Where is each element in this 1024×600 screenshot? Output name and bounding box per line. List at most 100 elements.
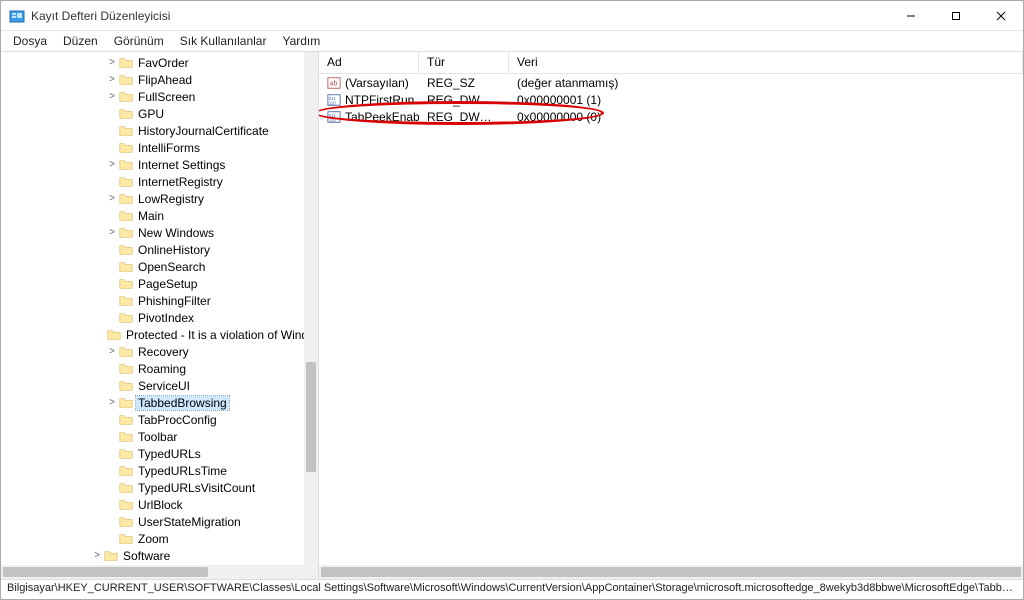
menu-file[interactable]: Dosya [5,32,55,50]
folder-icon [119,430,133,444]
chevron-right-icon[interactable]: > [106,193,118,204]
column-data[interactable]: Veri [509,52,1023,73]
chevron-right-icon[interactable]: > [106,74,118,85]
svg-text:110: 110 [329,100,337,105]
tree-item-label: PhishingFilter [136,294,213,308]
tree-item[interactable]: Roaming [1,360,304,377]
chevron-right-icon[interactable]: > [106,397,118,408]
list-row[interactable]: ab(Varsayılan)REG_SZ(değer atanmamış) [319,74,1023,91]
tree-item-label: Internet Settings [136,158,227,172]
menu-view[interactable]: Görünüm [106,32,172,50]
folder-icon [119,209,133,223]
folder-icon [119,56,133,70]
tree-item[interactable]: ServiceUI [1,377,304,394]
tree-item-label: HistoryJournalCertificate [136,124,271,138]
list-header: Ad Tür Veri [319,52,1023,74]
tree-item[interactable]: OpenSearch [1,258,304,275]
folder-icon [119,294,133,308]
scrollbar-thumb[interactable] [321,567,1021,577]
tree-item-label: Zoom [136,532,171,546]
tree-horizontal-scrollbar[interactable] [1,565,304,579]
tree-item-label: GPU [136,107,166,121]
tree-item[interactable]: Protected - It is a violation of Window [1,326,304,343]
tree-view[interactable]: >FavOrder>FlipAhead>FullScreen GPU History… [1,52,304,579]
folder-icon [119,192,133,206]
scrollbar-corner [304,565,318,579]
tree-item-label: OnlineHistory [136,243,212,257]
tree-item[interactable]: PhishingFilter [1,292,304,309]
tree-item[interactable]: TypedURLsVisitCount [1,479,304,496]
menu-help[interactable]: Yardım [274,32,328,50]
value-data: (değer atanmamış) [509,76,1023,90]
menu-edit[interactable]: Düzen [55,32,106,50]
list-pane: Ad Tür Veri ab(Varsayılan)REG_SZ(değer a… [319,52,1023,579]
list-view[interactable]: ab(Varsayılan)REG_SZ(değer atanmamış)011… [319,74,1023,125]
tree-item[interactable]: UrlBlock [1,496,304,513]
tree-item[interactable]: IntelliForms [1,139,304,156]
tree-item[interactable]: > LowRegistry [1,190,304,207]
folder-icon [119,90,133,104]
tree-item[interactable]: Zoom [1,530,304,547]
value-type: REG_DWORD [419,110,509,124]
value-name: TabPeekEnabled [345,110,419,124]
tree-item[interactable]: >FullScreen [1,88,304,105]
string-value-icon: ab [327,76,341,90]
folder-icon [119,498,133,512]
value-type: REG_DWORD [419,93,509,107]
chevron-right-icon[interactable]: > [106,159,118,170]
tree-item-label: TypedURLsVisitCount [136,481,257,495]
tree-item[interactable]: >TabbedBrowsing [1,394,304,411]
tree-item[interactable]: PivotIndex [1,309,304,326]
regedit-icon [9,8,25,24]
tree-item[interactable]: GPU [1,105,304,122]
folder-icon [119,175,133,189]
close-button[interactable] [978,1,1023,30]
chevron-right-icon[interactable]: > [106,227,118,238]
list-horizontal-scrollbar[interactable] [319,565,1023,579]
folder-icon [119,158,133,172]
tree-item[interactable]: Main [1,207,304,224]
tree-pane: >FavOrder>FlipAhead>FullScreen GPU History… [1,52,319,579]
tree-item[interactable]: TabProcConfig [1,411,304,428]
svg-text:110: 110 [329,117,337,122]
tree-item-label: LowRegistry [136,192,206,206]
tree-item[interactable]: UserStateMigration [1,513,304,530]
window-title: Kayıt Defteri Düzenleyicisi [31,9,888,23]
chevron-right-icon[interactable]: > [106,346,118,357]
tree-item[interactable]: HistoryJournalCertificate [1,122,304,139]
column-name[interactable]: Ad [319,52,419,73]
tree-vertical-scrollbar[interactable] [304,52,318,565]
dword-value-icon: 011110 [327,110,341,124]
menu-favorites[interactable]: Sık Kullanılanlar [172,32,275,50]
tree-item[interactable]: TypedURLsTime [1,462,304,479]
chevron-right-icon[interactable]: > [106,57,118,68]
column-type[interactable]: Tür [419,52,509,73]
chevron-right-icon[interactable]: > [106,91,118,102]
tree-item[interactable]: >Software [1,547,304,564]
folder-icon [119,141,133,155]
folder-icon [119,124,133,138]
chevron-right-icon[interactable]: > [91,550,103,561]
tree-item[interactable]: >FavOrder [1,54,304,71]
tree-item-label: Recovery [136,345,191,359]
tree-item[interactable]: PageSetup [1,275,304,292]
tree-item[interactable]: InternetRegistry [1,173,304,190]
tree-item-label: TabProcConfig [136,413,219,427]
tree-item[interactable]: OnlineHistory [1,241,304,258]
tree-item[interactable]: > Recovery [1,343,304,360]
maximize-button[interactable] [933,1,978,30]
folder-icon [119,243,133,257]
tree-item[interactable]: > Internet Settings [1,156,304,173]
tree-item-label: InternetRegistry [136,175,225,189]
scrollbar-thumb[interactable] [3,567,208,577]
tree-item[interactable]: >FlipAhead [1,71,304,88]
tree-item[interactable]: Toolbar [1,428,304,445]
scrollbar-thumb[interactable] [306,362,316,472]
tree-item[interactable]: >New Windows [1,224,304,241]
list-row[interactable]: 011110TabPeekEnabledREG_DWORD0x00000000 … [319,108,1023,125]
folder-icon [119,396,133,410]
tree-item[interactable]: TypedURLs [1,445,304,462]
minimize-button[interactable] [888,1,933,30]
list-row[interactable]: 011110NTPFirstRunREG_DWORD0x00000001 (1) [319,91,1023,108]
folder-icon [119,481,133,495]
